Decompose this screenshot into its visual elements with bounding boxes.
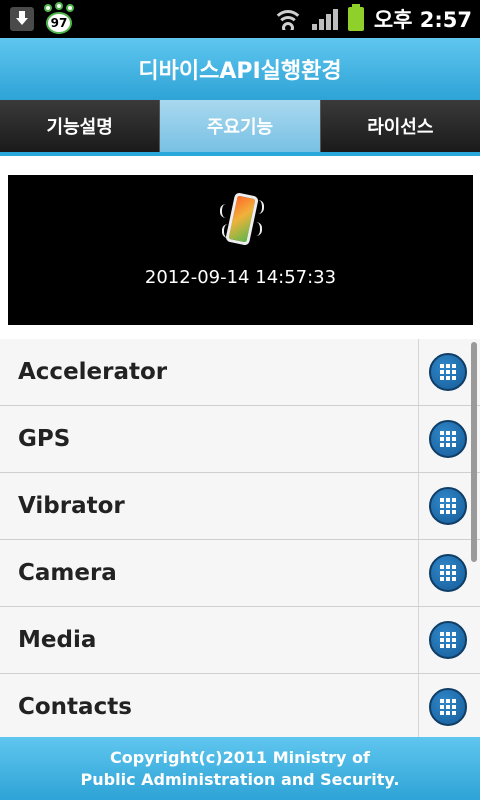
grid-menu-button[interactable] <box>429 621 467 659</box>
tab-description[interactable]: 기능설명 <box>0 100 161 152</box>
wifi-icon <box>273 8 302 30</box>
grid-menu-button[interactable] <box>429 487 467 525</box>
app-title: 디바이스API실행환경 <box>138 59 342 84</box>
grid-icon <box>440 699 456 715</box>
tab-main-features[interactable]: 주요기능 <box>160 100 321 152</box>
tab-label: 주요기능 <box>206 117 274 138</box>
list-item-label: Vibrator <box>18 493 125 519</box>
grid-menu-button[interactable] <box>429 688 467 726</box>
grid-icon <box>440 632 456 648</box>
list-item-label: GPS <box>18 426 71 452</box>
paw-badge-icon: 97 <box>42 2 76 34</box>
divider <box>418 339 419 405</box>
status-display-panel: 2012-09-14 14:57:33 <box>8 175 473 325</box>
copyright-line-2: Public Administration and Security. <box>80 769 400 789</box>
grid-icon <box>440 565 456 581</box>
tab-label: 라이선스 <box>367 117 434 138</box>
download-icon <box>10 7 34 31</box>
list-item[interactable]: Contacts <box>0 674 480 737</box>
tab-label: 기능설명 <box>46 117 113 138</box>
grid-icon <box>440 364 456 380</box>
vibrating-phone-icon <box>218 190 266 250</box>
list-item-label: Camera <box>18 560 117 586</box>
scrollbar[interactable] <box>471 342 477 562</box>
list-item[interactable]: Camera <box>0 540 480 607</box>
grid-menu-button[interactable] <box>429 420 467 458</box>
grid-icon <box>440 498 456 514</box>
divider <box>418 406 419 472</box>
list-item-label: Media <box>18 627 97 653</box>
divider <box>418 540 419 606</box>
list-item[interactable]: Media <box>0 607 480 674</box>
grid-icon <box>440 431 456 447</box>
divider <box>418 674 419 737</box>
battery-icon <box>347 4 364 31</box>
tab-license[interactable]: 라이선스 <box>320 100 480 152</box>
list-item[interactable]: Accelerator <box>0 339 480 406</box>
status-time: 오후 2:57 <box>373 8 472 32</box>
list-item-label: Contacts <box>18 694 132 720</box>
feature-list: Accelerator GPS Vibrator Camera Media Co… <box>0 339 480 737</box>
signal-icon <box>311 8 338 30</box>
list-item[interactable]: GPS <box>0 406 480 473</box>
status-bar: 97 오후 2:57 <box>0 0 480 38</box>
divider <box>418 473 419 539</box>
timestamp: 2012-09-14 14:57:33 <box>144 267 337 288</box>
copyright-line-1: Copyright(c)2011 Ministry of <box>110 747 370 767</box>
footer: Copyright(c)2011 Ministry of Public Admi… <box>0 737 480 800</box>
list-item-label: Accelerator <box>18 359 168 385</box>
notification-count: 97 <box>46 12 72 34</box>
list-item[interactable]: Vibrator <box>0 473 480 540</box>
divider <box>418 607 419 673</box>
tab-bar: 기능설명 주요기능 라이선스 <box>0 100 480 156</box>
grid-menu-button[interactable] <box>429 554 467 592</box>
grid-menu-button[interactable] <box>429 353 467 391</box>
app-title-bar: 디바이스API실행환경 <box>0 38 480 100</box>
